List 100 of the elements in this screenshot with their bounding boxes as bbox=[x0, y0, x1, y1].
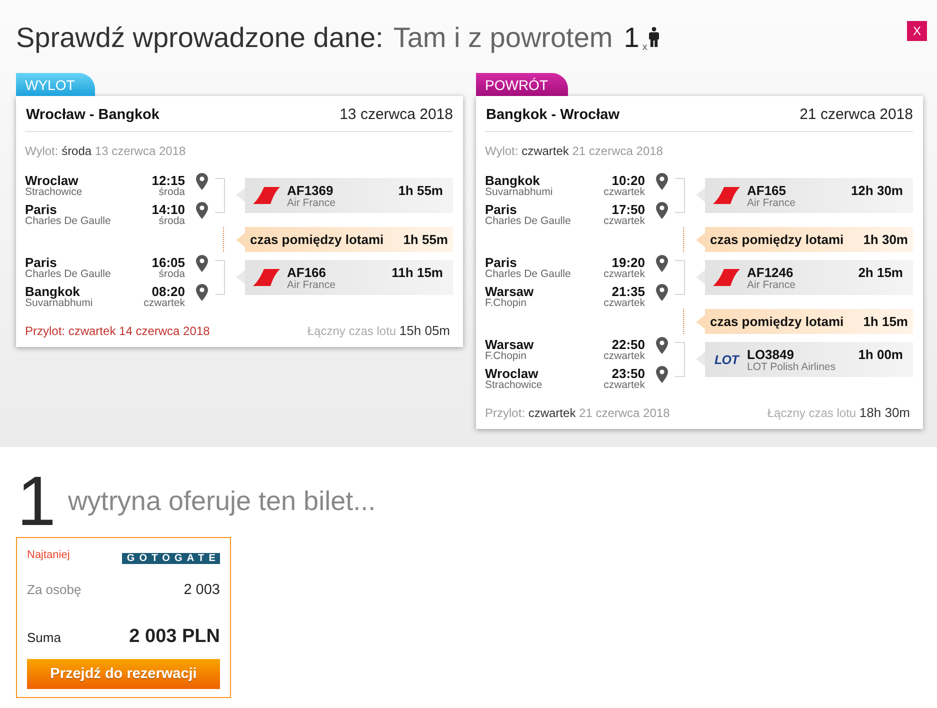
stop-city: Warsaw bbox=[485, 338, 535, 351]
trip-type: Tam i z powrotem bbox=[393, 21, 613, 55]
stop-airport: Suvarnabhumi bbox=[485, 187, 554, 198]
stop-airport: Charles De Gaulle bbox=[25, 216, 112, 227]
stop-day: czwartek bbox=[604, 380, 645, 391]
route-title: Bangkok - Wrocław bbox=[486, 106, 620, 125]
flight-duration: 11h 15m bbox=[392, 266, 443, 279]
pointer-triangle-icon bbox=[236, 270, 245, 284]
total-label: Suma bbox=[27, 630, 61, 645]
stop-airport: F.Chopin bbox=[485, 298, 528, 309]
layover-label: czas pomiędzy lotami bbox=[710, 314, 845, 329]
provider-logo: GOTOGATE bbox=[122, 553, 220, 564]
total-flight-time: Łączny czas lotu 15h 05m bbox=[307, 323, 450, 338]
leg-bracket bbox=[675, 260, 685, 295]
leg-bracket bbox=[215, 260, 225, 295]
arrival-info: Przylot: czwartek 14 czerwca 2018 bbox=[25, 324, 210, 338]
flight-number: LO3849 bbox=[747, 348, 794, 361]
page-title: Sprawdź wprowadzone dane: bbox=[16, 21, 384, 55]
slash-logo-icon bbox=[713, 187, 740, 204]
stop-time: 10:20 bbox=[612, 174, 645, 187]
leg-bracket bbox=[675, 178, 685, 213]
airline-name: Air France bbox=[287, 279, 336, 291]
stop-time: 12:15 bbox=[152, 174, 185, 187]
stop-day: środa bbox=[158, 216, 185, 227]
cheapest-label: Najtaniej bbox=[27, 548, 70, 562]
stop-time: 17:50 bbox=[612, 203, 645, 216]
stop-day: czwartek bbox=[604, 269, 645, 280]
pin-icon bbox=[656, 255, 668, 272]
total-price: 2 003 PLN bbox=[129, 626, 220, 648]
stop-city: Paris bbox=[25, 203, 57, 216]
stop-airport: Charles De Gaulle bbox=[485, 216, 572, 227]
stop-city: Paris bbox=[485, 256, 517, 269]
stop-day: środa bbox=[158, 269, 185, 280]
route-date: 13 czerwca 2018 bbox=[340, 105, 453, 125]
pointer-triangle-icon bbox=[236, 188, 245, 202]
stop-airport: F.Chopin bbox=[485, 351, 528, 362]
stop-day: środa bbox=[158, 187, 185, 198]
layover-duration: 1h 30m bbox=[863, 232, 908, 247]
per-person-price: 2 003 bbox=[184, 582, 220, 598]
pointer-triangle-icon bbox=[696, 352, 705, 366]
leg-bracket bbox=[675, 342, 685, 377]
stop-time: 14:10 bbox=[152, 203, 185, 216]
results-heading: wytryna oferuje ten bilet... bbox=[68, 486, 376, 516]
flight-number: AF1246 bbox=[747, 266, 794, 279]
airline-name: Air France bbox=[287, 197, 336, 209]
layover-label: czas pomiędzy lotami bbox=[250, 232, 385, 247]
stop-airport: Strachowice bbox=[485, 380, 544, 391]
stop-city: Paris bbox=[25, 256, 57, 269]
arrival-info: Przylot: czwartek 21 czerwca 2018 bbox=[485, 406, 670, 420]
pin-icon bbox=[196, 173, 208, 190]
layover-duration: 1h 15m bbox=[863, 314, 908, 329]
stop-time: 23:50 bbox=[612, 367, 645, 380]
stop-time: 22:50 bbox=[612, 338, 645, 351]
pin-icon bbox=[656, 173, 668, 190]
stop-city: Wroclaw bbox=[25, 174, 78, 187]
stop-city: Bangkok bbox=[25, 285, 80, 298]
pointer-triangle-icon bbox=[236, 232, 245, 246]
booking-button[interactable]: Przejdź do rezerwacji bbox=[27, 659, 220, 689]
total-flight-time: Łączny czas lotu 18h 30m bbox=[767, 405, 910, 420]
stop-day: czwartek bbox=[604, 298, 645, 309]
per-person-label: Za osobę bbox=[27, 582, 82, 597]
pointer-triangle-icon bbox=[696, 270, 705, 284]
passenger-count: 1$_{x}$ bbox=[624, 21, 648, 55]
stop-time: 21:35 bbox=[612, 285, 645, 298]
stop-airport: Charles De Gaulle bbox=[25, 269, 112, 280]
direction-label: WYLOT bbox=[16, 73, 95, 96]
stop-airport: Strachowice bbox=[25, 187, 84, 198]
flight-duration: 1h 55m bbox=[398, 184, 443, 197]
layover-label: czas pomiędzy lotami bbox=[710, 232, 845, 247]
flight-duration: 1h 00m bbox=[858, 348, 903, 361]
stop-day: czwartek bbox=[144, 298, 185, 309]
stop-city: Warsaw bbox=[485, 285, 535, 298]
person-icon bbox=[649, 27, 660, 47]
pin-icon bbox=[656, 337, 668, 354]
stop-time: 19:20 bbox=[612, 256, 645, 269]
pin-icon bbox=[196, 255, 208, 272]
stop-airport: Charles De Gaulle bbox=[485, 269, 572, 280]
results-count: 1 bbox=[17, 466, 56, 536]
route-title: Wrocław - Bangkok bbox=[26, 106, 160, 125]
close-button[interactable]: X bbox=[907, 21, 927, 41]
route-date: 21 czerwca 2018 bbox=[800, 105, 913, 125]
airline-name: Air France bbox=[747, 279, 796, 291]
layover-duration: 1h 55m bbox=[403, 232, 448, 247]
pin-icon bbox=[656, 284, 668, 301]
stop-city: Bangkok bbox=[485, 174, 540, 187]
stop-time: 08:20 bbox=[152, 285, 185, 298]
stop-time: 16:05 bbox=[152, 256, 185, 269]
flight-number: AF166 bbox=[287, 266, 326, 279]
slash-logo-icon bbox=[713, 269, 740, 286]
direction-label: POWRÓT bbox=[476, 73, 568, 96]
leg-bracket bbox=[215, 178, 225, 213]
layover-connector bbox=[223, 227, 224, 252]
slash-logo-icon bbox=[253, 269, 280, 286]
flight-duration: 2h 15m bbox=[858, 266, 903, 279]
stop-day: czwartek bbox=[604, 351, 645, 362]
stop-city: Wroclaw bbox=[485, 367, 538, 380]
flight-duration: 12h 30m bbox=[850, 184, 903, 197]
layover-connector bbox=[683, 309, 684, 334]
pointer-triangle-icon bbox=[696, 232, 705, 246]
pointer-triangle-icon bbox=[696, 314, 705, 328]
